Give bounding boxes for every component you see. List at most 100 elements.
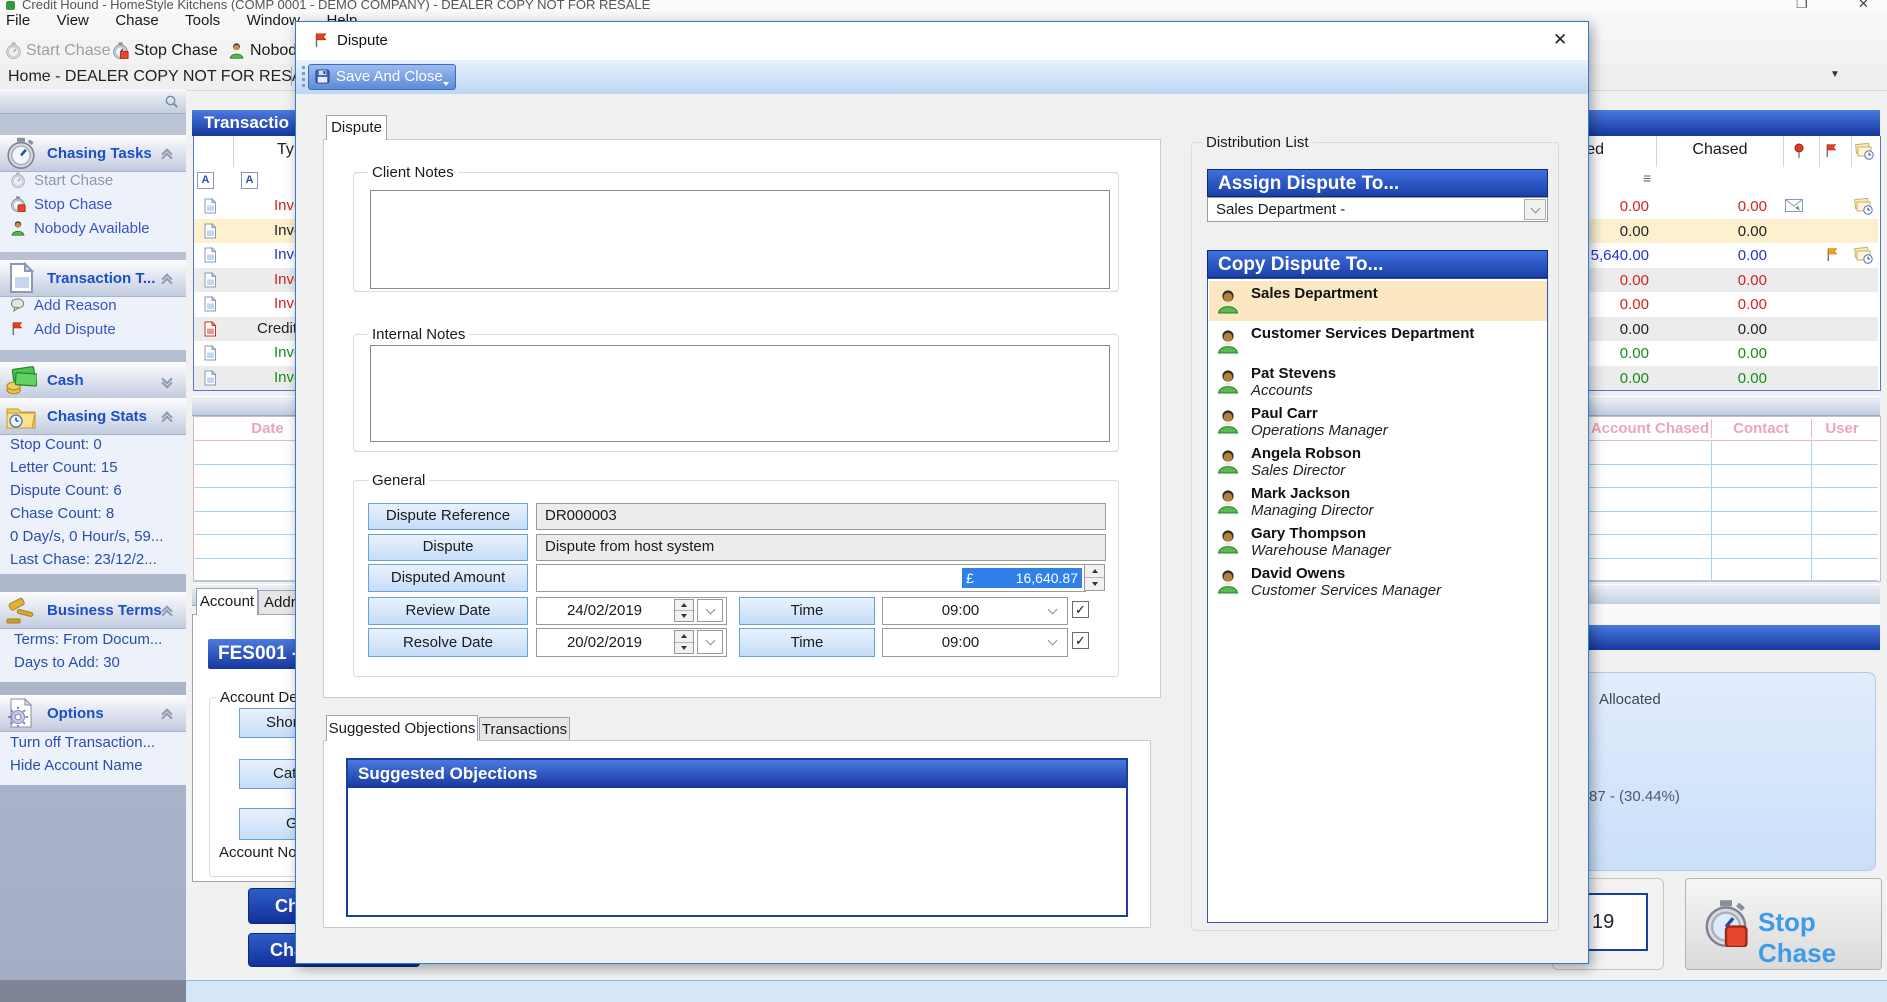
- menu-item-window[interactable]: Window: [247, 12, 300, 29]
- resolve-date-spinner[interactable]: [674, 630, 694, 654]
- list-item-mark-jackson[interactable]: Mark Jackson Managing Director: [1209, 481, 1547, 521]
- resolve-time-field[interactable]: 09:00: [882, 628, 1068, 657]
- assign-dispute-dropdown[interactable]: [1524, 199, 1546, 220]
- stopwatch-icon: [10, 172, 26, 193]
- list-item-angela-robson[interactable]: Angela Robson Sales Director: [1209, 441, 1547, 481]
- sidebar-panel-chasing-tasks-header[interactable]: Chasing Tasks: [0, 135, 186, 172]
- sidebar-item-stop-chase[interactable]: Stop Chase: [0, 193, 186, 217]
- option-hide-account-name[interactable]: Hide Account Name: [10, 757, 143, 774]
- sidebar-item-add-reason[interactable]: Add Reason: [0, 294, 186, 318]
- review-checkbox[interactable]: ✓: [1072, 601, 1089, 618]
- menu-item-view[interactable]: View: [57, 12, 89, 29]
- stat-dispute-count: Dispute Count: 6: [10, 482, 122, 499]
- stop-chase-toolbar-button[interactable]: Stop Chase: [134, 42, 218, 60]
- tab-home[interactable]: Home - DEALER COPY NOT FOR RESALE: [8, 68, 322, 86]
- save-and-close-label: Save And Close: [336, 68, 443, 85]
- terms-item[interactable]: Terms: From Docum...: [14, 631, 162, 648]
- resolve-date-dropdown[interactable]: [697, 630, 723, 654]
- client-notes-textarea[interactable]: [370, 190, 1110, 289]
- resolve-date-label: Resolve Date: [368, 628, 528, 657]
- document-icon: [202, 369, 218, 391]
- tab-dispute[interactable]: Dispute: [326, 115, 387, 140]
- close-button[interactable]: ✕: [1858, 0, 1869, 12]
- sidebar-panel-options-header[interactable]: Options: [0, 695, 186, 732]
- cash-icon: [5, 364, 38, 396]
- resolve-checkbox[interactable]: ✓: [1072, 632, 1089, 649]
- review-time-dropdown[interactable]: [1040, 599, 1065, 622]
- window-title: Credit Hound - HomeStyle Kitchens (COMP …: [22, 0, 651, 12]
- tab-list-caret-icon[interactable]: ▼: [1830, 69, 1840, 80]
- magnifier-icon[interactable]: [164, 94, 179, 114]
- statusbar-left: [0, 980, 186, 1002]
- list-item-sales-department[interactable]: Sales Department: [1209, 281, 1547, 321]
- menu-item-chase[interactable]: Chase: [115, 12, 158, 29]
- chevron-up-icon: [160, 271, 174, 289]
- list-item-paul-carr[interactable]: Paul Carr Operations Manager: [1209, 401, 1547, 441]
- sidebar-item-add-dispute[interactable]: Add Dispute: [0, 318, 186, 342]
- resolve-date-field[interactable]: 20/02/2019: [536, 628, 727, 657]
- start-chase-button[interactable]: Start Chase: [26, 42, 110, 60]
- disputed-amount-field[interactable]: £16,640.87: [536, 564, 1086, 592]
- col-user[interactable]: User: [1811, 420, 1873, 437]
- amount-spinner[interactable]: [1084, 564, 1105, 591]
- flag-icon[interactable]: [1824, 143, 1839, 163]
- chevron-up-icon: [160, 706, 174, 724]
- dialog-titlebar[interactable]: Dispute ✕: [296, 22, 1588, 60]
- menu-item-file[interactable]: File: [6, 12, 30, 29]
- panel-title: Chasing Stats: [47, 408, 148, 425]
- col-chased[interactable]: Chased: [1656, 141, 1784, 159]
- letters-icon[interactable]: [1854, 142, 1874, 165]
- filter-a-button[interactable]: A: [197, 172, 214, 189]
- avatar: [1215, 448, 1241, 479]
- document-icon: [202, 271, 218, 293]
- list-item-customer-services[interactable]: Customer Services Department: [1209, 321, 1547, 361]
- stopwatch-stop-icon: [1702, 899, 1750, 952]
- suggested-objections-list[interactable]: [348, 788, 1126, 915]
- toolbar-drag-handle[interactable]: [302, 66, 305, 87]
- review-date-spinner[interactable]: [674, 599, 694, 622]
- dialog-close-button[interactable]: ✕: [1553, 30, 1567, 50]
- col-contact[interactable]: Contact: [1711, 420, 1811, 437]
- sidebar-item-start-chase[interactable]: Start Chase: [0, 169, 186, 193]
- filter-menu-icon[interactable]: ≡: [1643, 170, 1651, 186]
- tab-transactions[interactable]: Transactions: [479, 717, 570, 741]
- copy-dispute-header: Copy Dispute To...: [1207, 250, 1548, 278]
- panel-title: Options: [47, 705, 104, 722]
- flag-icon: [10, 321, 25, 341]
- internal-notes-textarea[interactable]: [370, 345, 1110, 442]
- chevron-up-icon: [160, 409, 174, 427]
- sidebar-panel-stats-header[interactable]: Chasing Stats: [0, 398, 186, 435]
- filter-a-button[interactable]: A: [241, 172, 258, 189]
- review-date-field[interactable]: 24/02/2019: [536, 597, 727, 625]
- sidebar-panel-transaction-header[interactable]: Transaction T...: [0, 260, 186, 297]
- days-to-add-item[interactable]: Days to Add: 30: [14, 654, 120, 671]
- save-and-close-button[interactable]: Save And Close: [308, 64, 456, 90]
- review-date-dropdown[interactable]: [697, 599, 723, 622]
- maximize-button[interactable]: ❐: [1796, 0, 1808, 12]
- stat-letter-count: Letter Count: 15: [10, 459, 118, 476]
- review-time-field[interactable]: 09:00: [882, 597, 1068, 625]
- sidebar-panel-cash-header[interactable]: Cash: [0, 362, 186, 399]
- save-options-caret-icon[interactable]: [443, 82, 449, 86]
- col-account-chased[interactable]: Account Chased: [1589, 420, 1711, 437]
- assign-dispute-combobox[interactable]: Sales Department -: [1207, 197, 1548, 222]
- dispute-reference-field[interactable]: DR000003: [536, 503, 1106, 530]
- tab-suggested-objections[interactable]: Suggested Objections: [326, 715, 478, 741]
- sidebar-panel-terms-header[interactable]: Business Terms: [0, 592, 186, 629]
- dispute-field[interactable]: Dispute from host system: [536, 534, 1106, 561]
- tab-account[interactable]: Account: [196, 588, 258, 615]
- stop-chase-icon: [112, 42, 129, 64]
- person-icon: [228, 42, 245, 64]
- pin-icon[interactable]: [1792, 143, 1806, 164]
- currency-symbol: £: [966, 570, 974, 586]
- assign-dispute-header: Assign Dispute To...: [1207, 169, 1548, 197]
- list-item-pat-stevens[interactable]: Pat Stevens Accounts: [1209, 361, 1547, 401]
- list-item-gary-thompson[interactable]: Gary Thompson Warehouse Manager: [1209, 521, 1547, 561]
- list-item-david-owens[interactable]: David Owens Customer Services Manager: [1209, 561, 1547, 601]
- avatar: [1215, 368, 1241, 399]
- resolve-time-dropdown[interactable]: [1040, 630, 1065, 654]
- stop-chase-big-button[interactable]: Stop Chase: [1685, 878, 1882, 970]
- sidebar-item-nobody-available[interactable]: Nobody Available: [0, 217, 186, 241]
- option-turn-off-transaction[interactable]: Turn off Transaction...: [10, 734, 155, 751]
- menu-item-tools[interactable]: Tools: [185, 12, 220, 29]
